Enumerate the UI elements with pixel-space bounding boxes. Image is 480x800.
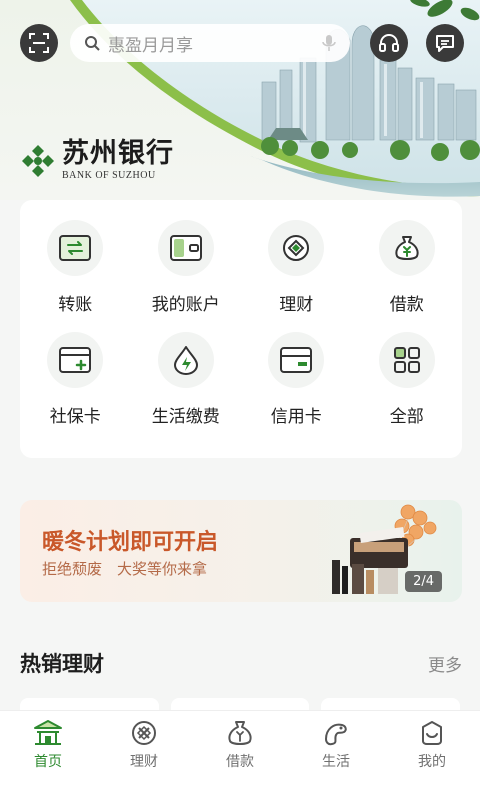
life-tab-icon <box>324 723 347 746</box>
quick-action-label: 转账 <box>58 295 93 315</box>
profile-tab-icon <box>422 721 442 745</box>
tab-label: 我的 <box>418 754 446 770</box>
tab-label: 理财 <box>130 754 158 770</box>
utility-drop-icon <box>157 332 214 388</box>
tab-label: 借款 <box>226 754 254 770</box>
quick-action-label: 我的账户 <box>151 295 220 315</box>
quick-actions-card: 转账 我的账户 理财 借款 社保卡 生活缴费 信用卡 全部 <box>20 200 462 458</box>
social-card-icon <box>47 332 104 388</box>
quick-action-label: 借款 <box>389 295 424 315</box>
quick-action-wealth[interactable]: 理财 <box>241 220 352 332</box>
wealth-icon <box>268 220 325 276</box>
quick-action-transfer[interactable]: 转账 <box>20 220 131 332</box>
message-button[interactable] <box>426 24 464 62</box>
search-bar[interactable]: 惠盈月月享 <box>70 24 350 62</box>
transfer-icon <box>47 220 104 276</box>
product-card[interactable] <box>20 698 159 710</box>
scan-icon <box>29 33 49 53</box>
banner-title: 暖冬计划即可开启 <box>42 530 219 555</box>
tab-loan[interactable]: 借款 <box>192 719 288 771</box>
tab-label: 首页 <box>34 754 62 770</box>
quick-action-label: 生活缴费 <box>151 407 220 427</box>
bottom-tab-bar: 首页 理财 借款 生活 我的 <box>0 710 480 800</box>
quick-action-label: 信用卡 <box>270 407 322 427</box>
bank-name-en: BANK OF SUZHOU <box>62 170 156 181</box>
chat-icon <box>436 35 454 52</box>
banner-subtitle: 拒绝颓废 大奖等你来拿 <box>42 560 208 578</box>
promo-banner[interactable]: 暖冬计划即可开启 拒绝颓废 大奖等你来拿 2/4 <box>20 500 462 602</box>
home-pavilion-icon <box>34 720 62 745</box>
bank-logo-icon <box>22 144 54 177</box>
credit-card-icon <box>268 332 325 388</box>
tab-profile[interactable]: 我的 <box>384 719 480 771</box>
headset-icon <box>379 34 399 52</box>
quick-action-label: 全部 <box>389 407 424 427</box>
search-placeholder: 惠盈月月享 <box>108 35 193 56</box>
product-cards-peek <box>20 698 461 710</box>
grid-all-icon <box>378 332 435 388</box>
search-icon <box>85 36 100 51</box>
hero-header: 惠盈月月享 苏州银行 BANK OF SUZHOU <box>0 0 480 200</box>
quick-action-label: 社保卡 <box>49 407 101 427</box>
quick-action-credit-card[interactable]: 信用卡 <box>241 332 352 444</box>
support-button[interactable] <box>370 24 408 62</box>
product-card[interactable] <box>170 698 310 710</box>
money-bag-icon <box>378 220 435 276</box>
quick-action-label: 理财 <box>279 295 314 315</box>
loan-tab-icon <box>228 721 252 745</box>
bank-brand: 苏州银行 BANK OF SUZHOU <box>20 140 174 181</box>
tab-wealth[interactable]: 理财 <box>96 719 192 771</box>
tab-life[interactable]: 生活 <box>288 719 384 771</box>
section-more-link[interactable]: 更多 <box>428 651 462 676</box>
scan-button[interactable] <box>20 24 58 62</box>
quick-action-my-account[interactable]: 我的账户 <box>131 220 242 332</box>
wealth-tab-icon <box>132 721 156 745</box>
banner-page-indicator: 2/4 <box>405 571 442 592</box>
quick-action-loan[interactable]: 借款 <box>352 220 463 332</box>
quick-action-all[interactable]: 全部 <box>352 332 463 444</box>
mic-icon[interactable] <box>322 34 336 52</box>
tab-label: 生活 <box>322 754 350 770</box>
bank-name-cn: 苏州银行 <box>62 138 174 169</box>
quick-action-utilities[interactable]: 生活缴费 <box>131 332 242 444</box>
section-title: 热销理财 <box>20 652 104 676</box>
quick-action-social-card[interactable]: 社保卡 <box>20 332 131 444</box>
wallet-icon <box>157 220 214 276</box>
product-card[interactable] <box>321 698 461 710</box>
tab-home[interactable]: 首页 <box>0 719 96 771</box>
